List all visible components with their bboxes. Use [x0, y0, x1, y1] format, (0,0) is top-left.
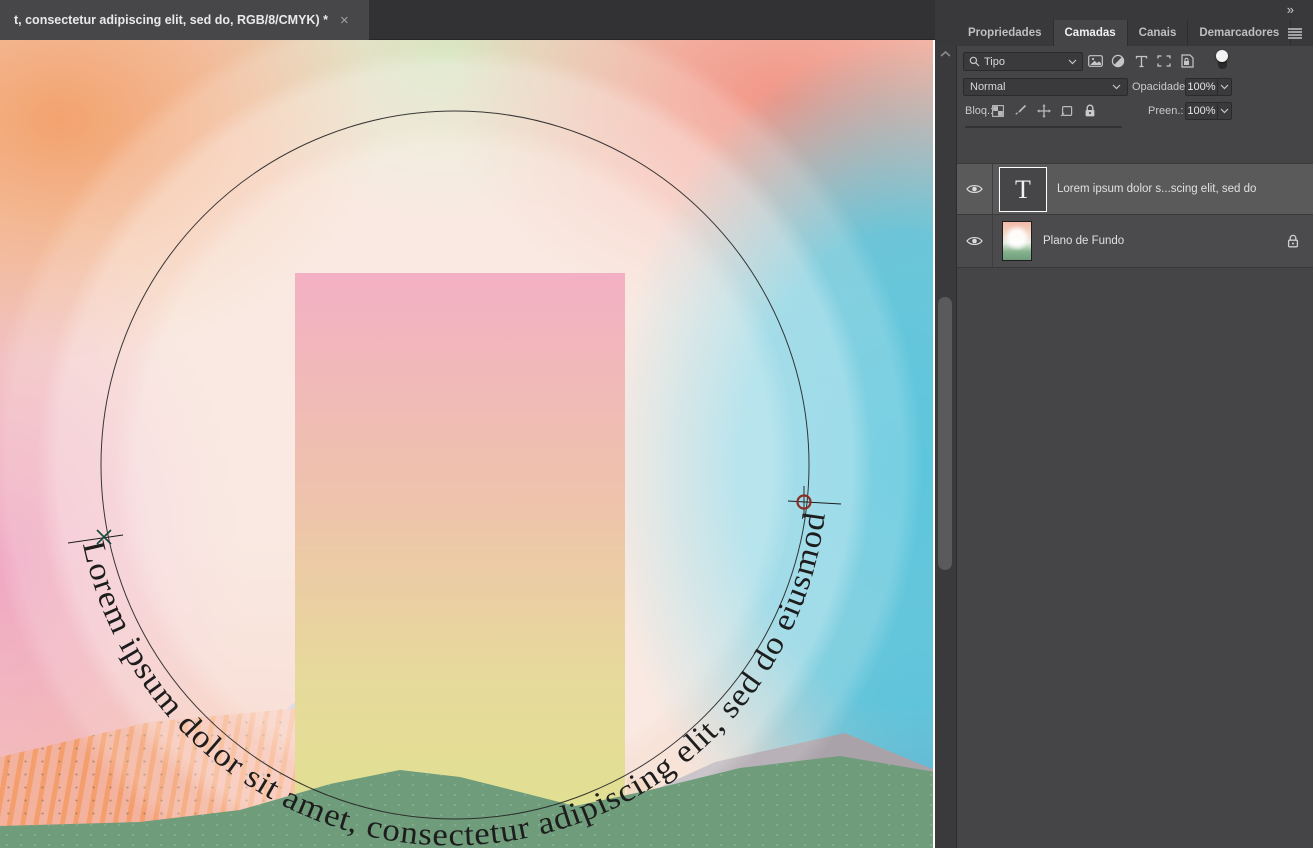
fill-label: Preen.:: [1148, 105, 1183, 117]
eye-icon: [966, 235, 983, 247]
scroll-up-icon[interactable]: [939, 50, 952, 58]
smart-object-filter-icon[interactable]: [1179, 53, 1195, 69]
close-icon[interactable]: ×: [340, 13, 349, 28]
tab-camadas[interactable]: Camadas: [1054, 20, 1128, 46]
layer-name[interactable]: Lorem ipsum dolor s...scing elit, sed do: [1057, 183, 1256, 195]
lock-artboard-icon[interactable]: [1059, 103, 1074, 118]
canvas[interactable]: Lorem ipsum dolor sit amet, consectetur …: [0, 40, 935, 848]
chevron-down-icon: [1112, 84, 1121, 90]
opacity-value: 100%: [1186, 81, 1217, 93]
lock-all-icon[interactable]: [1082, 103, 1097, 118]
frame-filter-icon[interactable]: [1156, 53, 1172, 69]
path-text[interactable]: Lorem ipsum dolor sit amet, consectetur …: [76, 510, 832, 848]
panel-header-strip: »: [935, 0, 1313, 20]
toggle-knob: [1216, 50, 1228, 62]
layer-row-text[interactable]: T Lorem ipsum dolor s...scing elit, sed …: [957, 163, 1313, 215]
search-icon: [969, 56, 980, 67]
opacity-label: Opacidade:: [1132, 81, 1188, 93]
divider: [965, 126, 1122, 128]
opacity-input[interactable]: 100%: [1185, 78, 1232, 96]
type-on-path-overlay: Lorem ipsum dolor sit amet, consectetur …: [0, 40, 935, 848]
document-tab[interactable]: t, consectetur adipiscing elit, sed do, …: [0, 0, 369, 40]
layer-name[interactable]: Plano de Fundo: [1043, 235, 1124, 247]
filter-search-label: Tipo: [984, 56, 1005, 68]
text-layer-thumbnail[interactable]: T: [999, 167, 1047, 212]
document-tab-bar: t, consectetur adipiscing elit, sed do, …: [0, 0, 957, 40]
chevron-down-icon[interactable]: [1217, 79, 1231, 95]
type-filter-icon[interactable]: [1133, 53, 1149, 69]
lock-buttons: [990, 103, 1097, 118]
blend-mode-select[interactable]: Normal: [963, 78, 1128, 96]
layers-panel: Tipo: [957, 46, 1313, 848]
eye-icon: [966, 183, 983, 195]
layer-row-background[interactable]: Plano de Fundo: [957, 215, 1313, 268]
photoshop-window: t, consectetur adipiscing elit, sed do, …: [0, 0, 1313, 848]
tab-demarcadores[interactable]: Demarcadores: [1188, 20, 1291, 46]
collapse-panels-icon[interactable]: »: [1287, 2, 1293, 17]
scrollbar-thumb[interactable]: [938, 297, 952, 570]
layer-lock-icon[interactable]: [1287, 234, 1299, 248]
canvas-scrollbar[interactable]: [935, 46, 957, 848]
tab-propriedades[interactable]: Propriedades: [957, 20, 1054, 46]
lock-position-move-icon[interactable]: [1036, 103, 1051, 118]
panel-menu-icon[interactable]: [1288, 28, 1302, 39]
adjustment-filter-icon[interactable]: [1110, 53, 1126, 69]
svg-text:Lorem ipsum dolor sit amet, co: Lorem ipsum dolor sit amet, consectetur …: [76, 510, 832, 848]
lock-transparency-icon[interactable]: [990, 103, 1005, 118]
chevron-down-icon[interactable]: [1217, 103, 1231, 119]
image-filter-icon[interactable]: [1087, 53, 1103, 69]
fill-input[interactable]: 100%: [1185, 102, 1232, 120]
layer-filter-buttons: [1087, 53, 1195, 69]
image-layer-thumbnail[interactable]: [1002, 221, 1032, 261]
visibility-toggle[interactable]: [957, 164, 993, 214]
lock-pixels-brush-icon[interactable]: [1013, 103, 1028, 118]
chevron-down-icon: [1068, 59, 1077, 65]
tab-canais[interactable]: Canais: [1128, 20, 1189, 46]
layer-filter-toggle[interactable]: [1216, 50, 1228, 70]
fill-value: 100%: [1186, 105, 1217, 117]
lock-label: Bloq.:: [965, 105, 993, 117]
document-title: t, consectetur adipiscing elit, sed do, …: [14, 13, 328, 27]
panel-tab-bar: Propriedades Camadas Canais Demarcadores: [935, 20, 1313, 46]
blend-mode-value: Normal: [970, 81, 1005, 93]
visibility-toggle[interactable]: [957, 215, 993, 267]
layer-filter-type-select[interactable]: Tipo: [963, 52, 1083, 71]
